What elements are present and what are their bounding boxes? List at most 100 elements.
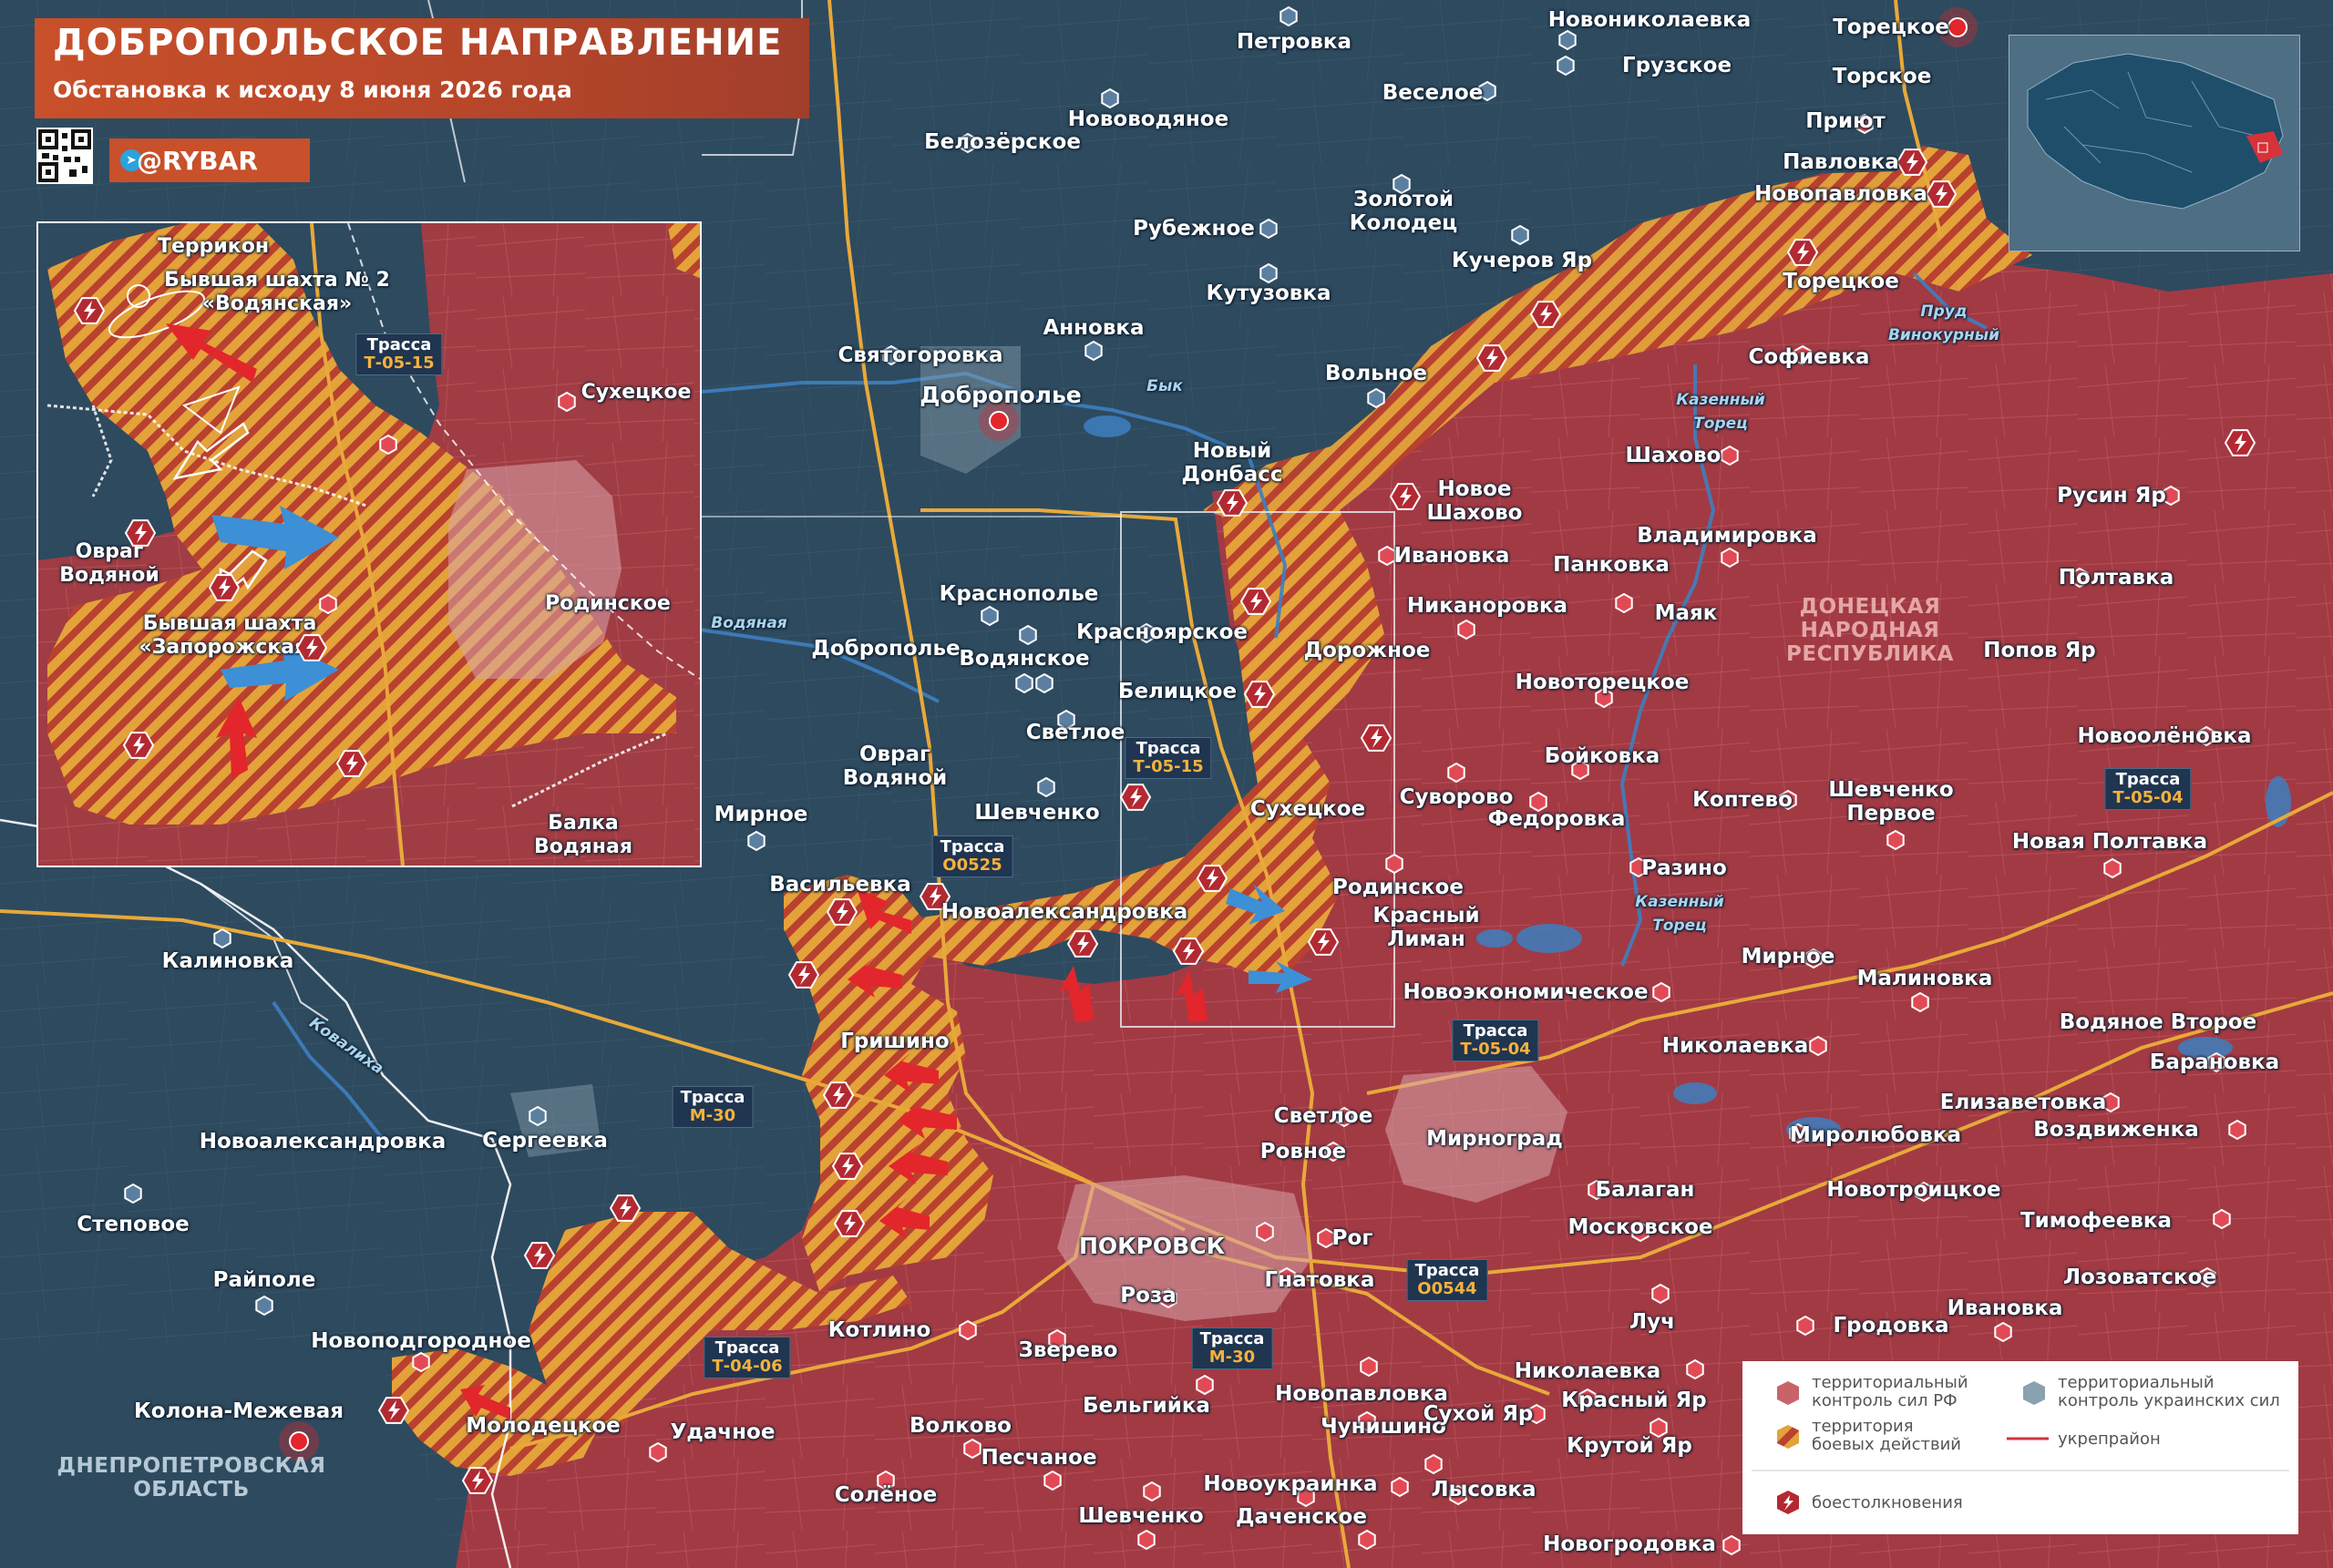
- place-novonikolaevka: Новониколаевка: [1547, 8, 1752, 32]
- place-dorozhnoe: Дорожное: [1303, 639, 1431, 662]
- map-legend: территориальный контроль сил РФ территор…: [1742, 1361, 2298, 1534]
- place-suvorovo: Суворово: [1399, 785, 1514, 809]
- river-byk: Бык: [1146, 377, 1183, 395]
- place-shevchenko-s: Шевченко: [1078, 1504, 1204, 1528]
- region-dnepr: ДНЕПРОПЕТРОВСКАЯ ОБЛАСТЬ: [57, 1454, 326, 1501]
- place-rusin-yar: Русин Яр: [2057, 484, 2166, 507]
- inset-rodinskoe: Родинское: [545, 592, 671, 615]
- place-rubezhnoe: Рубежное: [1133, 217, 1255, 241]
- place-moskovskoe: Московское: [1567, 1215, 1713, 1239]
- inset-sukhetskoe: Сухецкое: [581, 381, 692, 404]
- place-pokrovsk: ПОКРОВСК: [1078, 1233, 1226, 1259]
- place-vasilievka: Васильевка: [769, 873, 911, 897]
- map[interactable]: Петровка Новониколаевка Грузское Торецко…: [0, 0, 2333, 1568]
- place-razino: Разино: [1641, 856, 1727, 880]
- place-fedorovka: Федоровка: [1487, 807, 1626, 831]
- legend-fort-label: укрепрайон: [2058, 1430, 2161, 1449]
- place-novoaleksandrovka: Новоалександровка: [940, 900, 1188, 924]
- place-novogrodovka: Новогродовка: [1543, 1532, 1716, 1556]
- legend-combat-swatch: [1777, 1425, 1799, 1449]
- place-novoekonomicheskoe: Новоэкономическое: [1403, 980, 1649, 1004]
- place-novy-donbass: Новый Донбасс: [1181, 439, 1283, 487]
- inset-ovrag: Овраг Водяной: [59, 540, 159, 587]
- place-solenoe: Солёное: [834, 1483, 938, 1507]
- legend-ua-swatch: [2023, 1381, 2045, 1405]
- place-poltavka: Полтавка: [2058, 566, 2174, 589]
- brand-handle[interactable]: @RYBAR: [137, 146, 258, 176]
- place-novoukrainka: Новоукраинка: [1203, 1472, 1378, 1496]
- place-kalinovka: Калиновка: [161, 949, 294, 973]
- place-lozovatskoe: Лозоватское: [2062, 1266, 2217, 1289]
- road-tag-t0515: Трасса Т-05-15: [1125, 737, 1212, 779]
- road-tag-o0525: Трасса О0525: [931, 835, 1013, 877]
- place-kutuzovka: Кутузовка: [1206, 282, 1331, 305]
- place-pavlovka: Павловка: [1783, 150, 1899, 174]
- inset-mine2: Бывшая шахта № 2 «Водянская»: [164, 269, 390, 315]
- place-lysovka: Лысовка: [1431, 1478, 1536, 1501]
- place-novoaleksandrovka-w: Новоалександровка: [199, 1130, 447, 1153]
- place-baranovka: Барановка: [2149, 1050, 2280, 1074]
- place-krasnoyarskoe: Красноярское: [1076, 620, 1248, 644]
- place-udachnoe: Удачное: [670, 1420, 776, 1444]
- place-mirnoe-e: Мирное: [1741, 945, 1835, 968]
- place-zolotoy-kolodets: Золотой Колодец: [1349, 188, 1458, 235]
- place-kucherov-yar: Кучеров Яр: [1451, 249, 1593, 272]
- place-dobropolie-s: Доброполье: [811, 637, 961, 661]
- place-pankovka: Панковка: [1553, 553, 1670, 577]
- place-dobropolie: Доброполье: [920, 382, 1082, 408]
- place-gruzskoe: Грузское: [1621, 54, 1732, 77]
- place-molodetskoe: Молодецкое: [466, 1414, 621, 1438]
- place-mirolyubovka: Миролюбовка: [1789, 1123, 1962, 1147]
- place-timofeevka: Тимофеевка: [2020, 1209, 2173, 1233]
- place-ivanovka-e: Ивановка: [1947, 1296, 2063, 1320]
- place-volkovo: Волково: [910, 1414, 1012, 1438]
- inset-terrikon: Террикон: [157, 235, 270, 258]
- legend-ua-label: территориальный контроль украинских сил: [2058, 1373, 2280, 1410]
- place-gnatovka: Гнатовка: [1264, 1268, 1375, 1292]
- place-novopavlovka-s: Новопавловка: [1275, 1382, 1448, 1406]
- place-annovka: Анновка: [1043, 316, 1145, 340]
- place-shevchenko: Шевченко: [974, 801, 1100, 825]
- place-novotoretskoe: Новоторецкое: [1515, 671, 1690, 694]
- place-rog: Рог: [1331, 1226, 1373, 1250]
- detail-inset-map[interactable]: Террикон Бывшая шахта № 2 «Водянская» Тра…: [36, 221, 702, 867]
- road-tag-t0504-e: Трасса Т-05-04: [2104, 768, 2192, 810]
- place-krasny-liman: Красный Лиман: [1372, 904, 1480, 951]
- place-novaya-poltavka: Новая Полтавка: [2011, 830, 2208, 854]
- place-kolona-mezhevaya: Колона-Межевая: [133, 1399, 344, 1423]
- place-zverevo: Зверево: [1018, 1338, 1118, 1362]
- river-kazenny-torets-n: Казенный Торец: [1676, 391, 1765, 433]
- place-rovnoe: Ровное: [1259, 1140, 1347, 1163]
- place-volnoe: Вольное: [1324, 362, 1428, 385]
- place-krasny-yar: Красный Яр: [1561, 1389, 1707, 1412]
- river-kazenny-torets-s: Казенный Торец: [1635, 893, 1724, 935]
- place-grodovka: Гродовка: [1833, 1314, 1949, 1337]
- place-koptevo: Коптево: [1692, 788, 1793, 812]
- place-novopavlovka-ne: Новопавловка: [1754, 182, 1927, 206]
- place-vodyanskoe: Водянское: [959, 647, 1090, 671]
- legend-rf-swatch: [1777, 1381, 1799, 1405]
- place-vodyanoe-vtoroe: Водяное Второе: [2059, 1010, 2257, 1034]
- place-svetloe: Светлое: [1025, 721, 1125, 744]
- place-nikolaevka-e: Николаевка: [1661, 1034, 1809, 1058]
- road-tag-t0406: Трасса Т-04-06: [704, 1337, 791, 1378]
- legend-rf-label: территориальный контроль сил РФ: [1812, 1373, 1968, 1410]
- place-krutoy-yar: Крутой Яр: [1567, 1434, 1692, 1458]
- overview-minimap[interactable]: [2009, 35, 2300, 251]
- inset-balka: Балка Водяная: [534, 812, 632, 858]
- place-svyatogorovka: Святогоровка: [838, 343, 1003, 367]
- place-popov-yar: Попов Яр: [1983, 639, 2096, 662]
- road-tag-o0544: Трасса О0544: [1406, 1259, 1488, 1301]
- place-balagan: Балаган: [1595, 1178, 1695, 1202]
- place-kotlino: Котлино: [827, 1318, 931, 1342]
- road-tag-t0504: Трасса Т-05-04: [1452, 1020, 1539, 1061]
- qr-code-icon[interactable]: [36, 128, 93, 184]
- place-peschanoe: Песчаное: [981, 1446, 1097, 1470]
- place-priyut: Приют: [1805, 109, 1886, 133]
- page-title: ДОБРОПОЛЬСКОЕ НАПРАВЛЕНИЕ: [53, 22, 783, 64]
- place-vladimirovka: Владимировка: [1637, 524, 1817, 548]
- place-sergeevka: Сергеевка: [482, 1129, 608, 1153]
- region-dnr: ДОНЕЦКАЯ НАРОДНАЯ РЕСПУБЛИКА: [1786, 595, 1954, 666]
- place-elizavetovka: Елизаветовка: [1939, 1091, 2107, 1114]
- place-mayak: Маяк: [1654, 601, 1718, 625]
